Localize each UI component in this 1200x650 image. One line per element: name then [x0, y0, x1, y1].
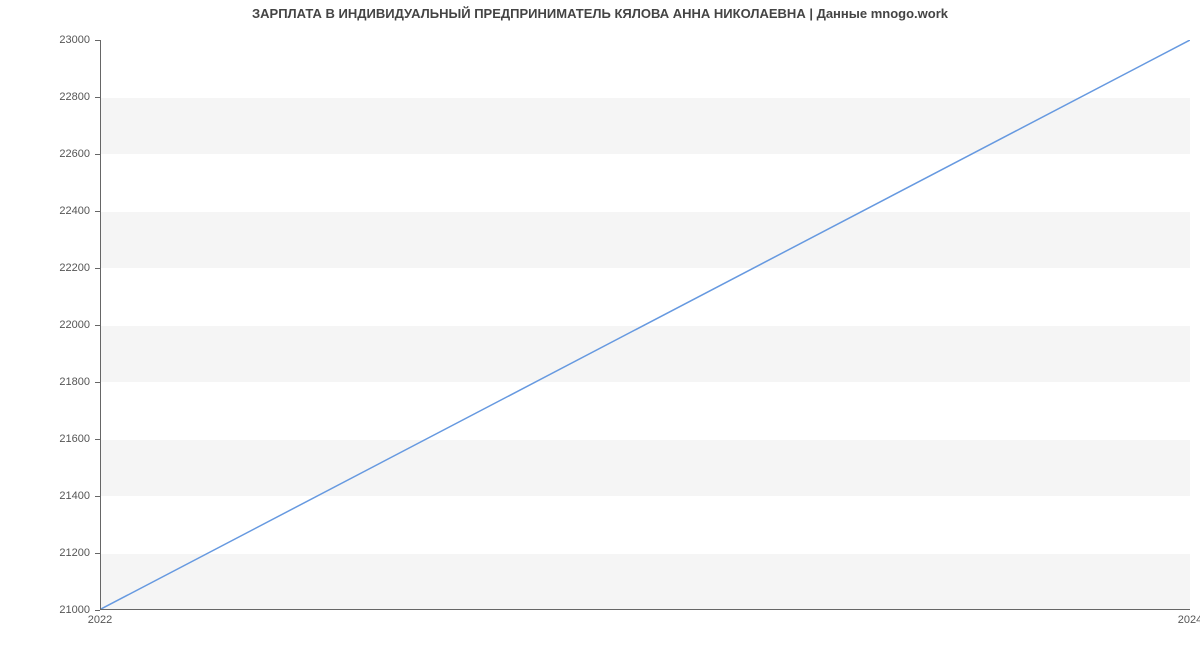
- y-tick-mark: [95, 154, 100, 155]
- y-tick-label: 22600: [0, 148, 90, 160]
- y-tick-label: 22400: [0, 205, 90, 217]
- y-tick-mark: [95, 610, 100, 611]
- x-tick-label: 2022: [88, 614, 112, 626]
- y-tick-mark: [95, 382, 100, 383]
- y-tick-label: 22000: [0, 319, 90, 331]
- y-tick-mark: [95, 40, 100, 41]
- y-tick-mark: [95, 211, 100, 212]
- y-tick-label: 22800: [0, 91, 90, 103]
- y-tick-label: 22200: [0, 262, 90, 274]
- x-tick-label: 2024: [1178, 614, 1200, 626]
- y-tick-mark: [95, 97, 100, 98]
- y-tick-mark: [95, 496, 100, 497]
- y-tick-mark: [95, 553, 100, 554]
- y-tick-mark: [95, 268, 100, 269]
- y-tick-mark: [95, 439, 100, 440]
- line-layer: [101, 40, 1190, 609]
- chart-title: ЗАРПЛАТА В ИНДИВИДУАЛЬНЫЙ ПРЕДПРИНИМАТЕЛ…: [0, 6, 1200, 21]
- data-line: [101, 40, 1190, 609]
- y-tick-label: 21600: [0, 433, 90, 445]
- y-tick-label: 21400: [0, 490, 90, 502]
- plot-area: [100, 40, 1190, 610]
- y-tick-label: 21200: [0, 547, 90, 559]
- y-tick-label: 21000: [0, 604, 90, 616]
- chart-container: ЗАРПЛАТА В ИНДИВИДУАЛЬНЫЙ ПРЕДПРИНИМАТЕЛ…: [0, 0, 1200, 650]
- y-tick-label: 21800: [0, 376, 90, 388]
- y-tick-mark: [95, 325, 100, 326]
- y-tick-label: 23000: [0, 34, 90, 46]
